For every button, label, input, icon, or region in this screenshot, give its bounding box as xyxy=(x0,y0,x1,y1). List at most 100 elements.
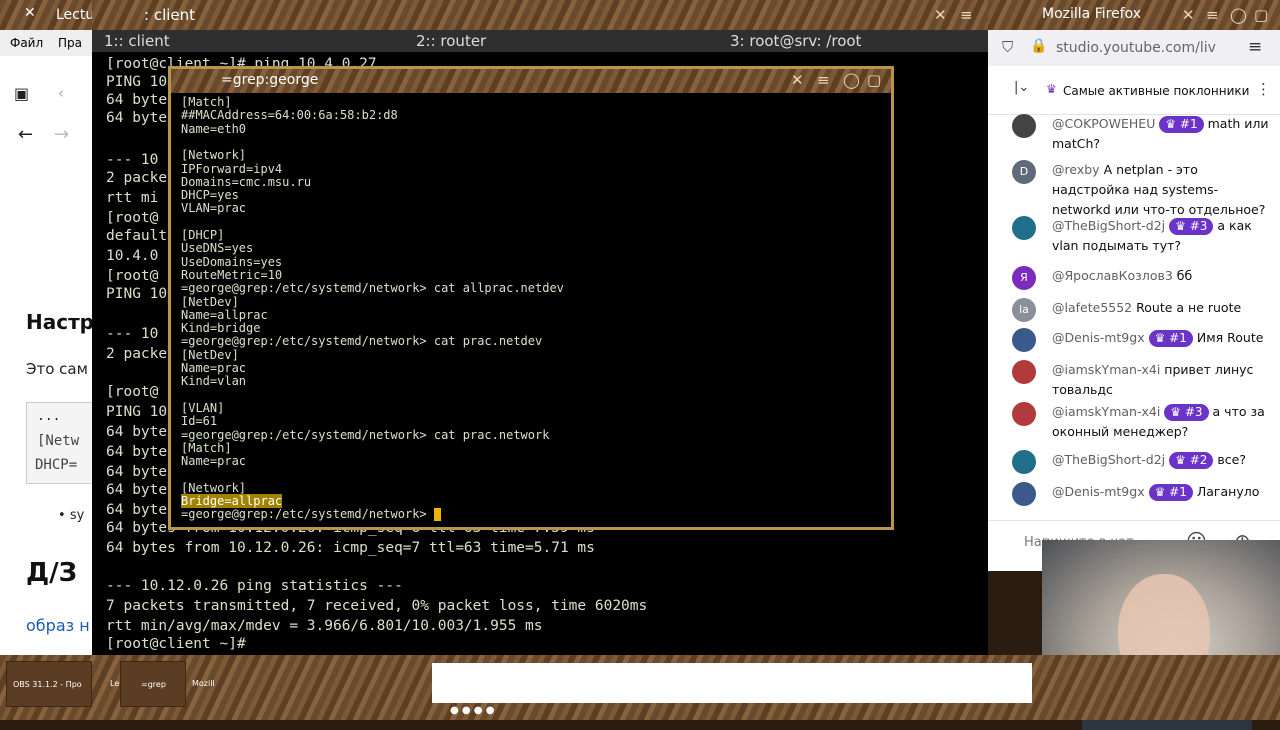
menu-edit[interactable]: Пра xyxy=(58,36,82,50)
chat-message-body: @rexby A netplan - это надстройка над sy… xyxy=(1052,160,1272,220)
taskbar-label: Le xyxy=(110,679,120,688)
menu-icon[interactable]: ≡ xyxy=(817,71,830,89)
chat-author[interactable]: @TheBigShort-d2j xyxy=(1052,218,1165,233)
avatar[interactable] xyxy=(1012,114,1036,138)
close-icon[interactable]: ✕ xyxy=(934,6,947,24)
grep-line: RouteMetric=10 xyxy=(181,268,282,282)
chat-text: Route а не ruote xyxy=(1136,300,1242,315)
chat-author[interactable]: @iamskYman-x4i xyxy=(1052,404,1160,419)
taskbar-label: OBS 31.1.2 - Про xyxy=(13,680,82,689)
close-icon[interactable]: ✕ xyxy=(791,71,804,89)
chat-author[interactable]: @ЯрославКозлов3 xyxy=(1052,268,1173,283)
back-small-icon[interactable]: ‹ xyxy=(58,84,64,102)
tmux-tab-srv[interactable]: 3: root@srv: /root xyxy=(730,32,861,50)
avatar[interactable]: Я xyxy=(1012,266,1036,290)
chat-author[interactable]: @Denis-mt9gx xyxy=(1052,330,1145,345)
terminal-line: --- 10.12.0.26 ping statistics --- xyxy=(106,578,403,594)
sidebar-icon[interactable]: ▣ xyxy=(14,84,29,103)
firefox-titlebar[interactable]: Mozilla Firefox ✕ ≡ ◯ ▢ xyxy=(988,0,1280,30)
back-icon[interactable]: ← xyxy=(18,124,33,145)
grep-line-text: [NetDev] xyxy=(181,347,239,362)
maximize-icon[interactable]: ◯ xyxy=(1230,6,1247,24)
grep-line: Name=prac xyxy=(181,454,246,468)
chat-author[interactable]: @TheBigShort-d2j xyxy=(1052,452,1165,467)
avatar[interactable] xyxy=(1012,402,1036,426)
close-icon[interactable]: ✕ xyxy=(1182,6,1195,24)
avatar[interactable] xyxy=(1012,450,1036,474)
terminal-title: : client xyxy=(144,6,196,24)
grep-terminal-window[interactable]: =grep:george ✕ ≡ ◯ ▢ [Match] ##MACAddress… xyxy=(168,66,894,530)
hamburger-icon[interactable]: ≡ xyxy=(1248,37,1262,57)
shield-icon[interactable]: ⛉ xyxy=(1002,38,1013,56)
grep-line-text: [NetDev] xyxy=(181,294,239,309)
tmux-tab-router[interactable]: 2:: router xyxy=(416,32,486,50)
menu-file[interactable]: Файл xyxy=(10,36,43,50)
terminal-line: --- 10 xyxy=(106,152,159,168)
crown-icon: ♛ xyxy=(1154,485,1170,499)
crown-icon: ♛ xyxy=(1154,331,1170,345)
chat-filter[interactable]: |⌄ ♛ Самые активные поклонники ⋮ xyxy=(988,66,1280,115)
tmux-tab-client[interactable]: 1:: client xyxy=(104,32,170,50)
taskbar-item-obs[interactable]: OBS 31.1.2 - Про xyxy=(6,661,92,707)
chevron-down-icon[interactable]: |⌄ xyxy=(1014,80,1029,95)
lecture-link[interactable]: образ н xyxy=(26,616,90,635)
terminal-line: default xyxy=(106,228,168,244)
member-badge: ♛ #3 xyxy=(1164,404,1209,421)
grep-line-text: [DHCP] xyxy=(181,228,225,242)
firefox-chat-window[interactable]: Mozilla Firefox ✕ ≡ ◯ ▢ ⛉ 🔒 studio.youtu… xyxy=(988,0,1280,571)
avatar[interactable]: la xyxy=(1012,298,1036,322)
avatar[interactable]: D xyxy=(1012,160,1036,184)
avatar[interactable] xyxy=(1012,216,1036,240)
chat-author[interactable]: @COKPOWEHEU xyxy=(1052,116,1155,131)
terminal-line: --- 10 xyxy=(106,326,159,342)
terminal-titlebar[interactable]: : client ✕ ≡ xyxy=(92,0,988,30)
terminal-line: 7 packets transmitted, 7 received, 0% pa… xyxy=(106,598,648,614)
grep-line-text: Bridge=allprac xyxy=(181,494,283,508)
firefox-title: Mozilla Firefox xyxy=(1042,6,1142,22)
maximize-icon[interactable]: ◯ xyxy=(843,71,860,89)
code-block: ... [Netw DHCP= xyxy=(26,402,102,484)
terminal-line: rtt mi xyxy=(106,190,159,206)
badge-rank: #1 xyxy=(1179,117,1198,131)
grep-line: [VLAN] xyxy=(181,401,224,415)
badge-rank: #1 xyxy=(1169,485,1187,499)
lecture-title: Lectu xyxy=(56,7,95,23)
avatar[interactable] xyxy=(1012,482,1036,506)
chat-author[interactable]: @lafete5552 xyxy=(1052,300,1132,315)
url-text[interactable]: studio.youtube.com/liv xyxy=(1056,40,1216,56)
forward-icon[interactable]: → xyxy=(54,124,69,145)
chat-message-body: @Denis-mt9gx ♛ #1 Имя Route xyxy=(1052,328,1272,348)
restore-icon[interactable]: ▢ xyxy=(1254,6,1268,24)
grep-line-text: =george@grep:/etc/systemd/network> cat p… xyxy=(181,334,543,349)
chat-author[interactable]: @rexby xyxy=(1052,162,1100,177)
grep-line-text: Name=eth0 xyxy=(181,121,247,136)
menu-icon[interactable]: ≡ xyxy=(960,6,973,24)
taskbar-item-firefox[interactable]: Mozill xyxy=(188,661,228,705)
crown-icon: ♛ xyxy=(1046,82,1057,96)
grep-line-text: UseDNS=yes xyxy=(181,241,254,256)
badge-rank: #2 xyxy=(1189,453,1208,467)
terminal-line: PING 10 xyxy=(106,74,168,90)
taskbar-item-grep[interactable]: =grep xyxy=(120,661,186,707)
taskbar-item-lecture[interactable]: Le xyxy=(108,661,120,705)
chat-author[interactable]: @Denis-mt9gx xyxy=(1052,484,1145,499)
close-icon[interactable]: ✕ xyxy=(24,5,36,21)
grep-titlebar[interactable]: =grep:george ✕ ≡ ◯ ▢ xyxy=(171,69,891,93)
terminal-line: 64 byte xyxy=(106,92,168,108)
grep-line-text: Name=prac xyxy=(181,361,247,375)
menu-icon[interactable]: ≡ xyxy=(1206,6,1219,24)
lock-icon: 🔒 xyxy=(1030,38,1048,54)
address-bar[interactable]: ⛉ 🔒 studio.youtube.com/liv ≡ xyxy=(988,30,1280,66)
avatar[interactable] xyxy=(1012,360,1036,384)
grep-line-text: =george@grep:/etc/systemd/network> cat p… xyxy=(181,427,550,442)
grep-line-text: =george@grep:/etc/systemd/network> cat a… xyxy=(181,281,564,296)
restore-icon[interactable]: ▢ xyxy=(867,71,881,89)
grep-line: Name=eth0 xyxy=(181,122,246,136)
avatar[interactable] xyxy=(1012,328,1036,352)
more-icon[interactable]: ⋮ xyxy=(1256,80,1271,98)
chat-author[interactable]: @iamskYman-x4i xyxy=(1052,362,1160,377)
lecture-titlebar[interactable]: ✕ Lectu xyxy=(0,0,100,30)
grep-title: =grep:george xyxy=(221,72,319,88)
tray-icons[interactable]: ● ● ● ● xyxy=(450,705,494,716)
terminal-line: 64 byte xyxy=(106,424,168,440)
